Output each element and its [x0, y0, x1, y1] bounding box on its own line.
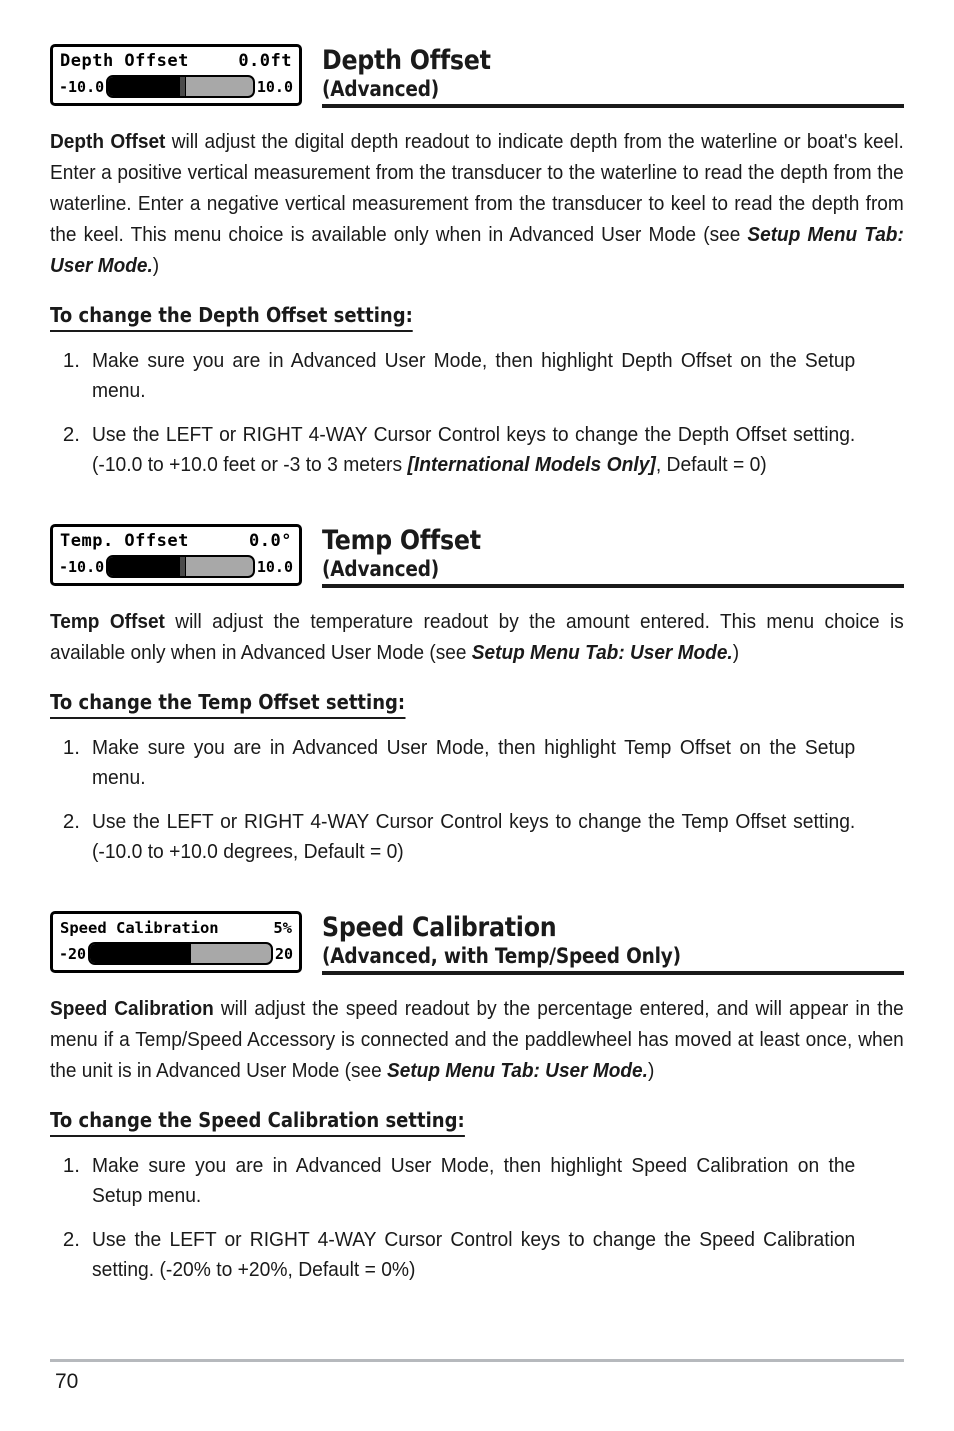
emphasis-bold-italic: [International Models Only]: [407, 453, 656, 476]
step-item: 1. Make sure you are in Advanced User Mod…: [50, 733, 904, 793]
lcd-slider-track[interactable]: [106, 555, 255, 578]
section-header-speed-calibration: Speed Calibration 5% -20 20 Speed Calibratio…: [50, 911, 904, 975]
emphasis-bold: Depth Offset: [50, 130, 166, 153]
step-item: 1. Make sure you are in Advanced User Mod…: [50, 1151, 904, 1211]
lcd-min-label: -20: [59, 944, 87, 963]
section-depth-offset: Depth Offset 0.0ft -10.0 10.0 Depth Offset (A…: [50, 44, 904, 480]
subhead-wrapper: To change the Speed Calibration setting:: [50, 1086, 904, 1137]
lcd-value: 0.0ft: [238, 51, 292, 71]
step-number: 2.: [62, 810, 80, 833]
step-number: 2.: [62, 1228, 80, 1251]
lcd-slider-thumb[interactable]: [178, 557, 186, 576]
lcd-max-label: 20: [274, 944, 293, 963]
section-title: Depth Offset: [322, 45, 491, 76]
section-title: Temp Offset: [322, 525, 481, 556]
lcd-slider-row[interactable]: -10.0 10.0: [58, 553, 294, 578]
lcd-slider-row[interactable]: -10.0 10.0: [58, 73, 294, 98]
step-text: Use the LEFT or RIGHT 4-WAY Cursor Contr…: [92, 810, 856, 863]
steps-list: 1. Make sure you are in Advanced User Mod…: [50, 1151, 904, 1285]
emphasis-bold-italic: Setup Menu Tab: User Mode.: [50, 223, 904, 277]
subhead-wrapper: To change the Depth Offset setting:: [50, 281, 904, 332]
lcd-slider-thumb[interactable]: [178, 77, 186, 96]
section-subtitle: (Advanced, with Temp/Speed Only): [322, 944, 681, 968]
lcd-header-row: Speed Calibration 5%: [58, 917, 294, 940]
lcd-header-row: Temp. Offset 0.0°: [58, 530, 294, 553]
step-number: 1.: [62, 349, 80, 372]
section-paragraph: Depth Offset will adjust the digital dep…: [50, 130, 904, 277]
lcd-slider-fill: [90, 944, 192, 963]
steps-list: 1. Make sure you are in Advanced User Mod…: [50, 733, 904, 867]
lcd-slider-track[interactable]: [88, 942, 273, 965]
section-subhead: To change the Temp Offset setting:: [50, 689, 406, 719]
lcd-slider-fill: [108, 557, 181, 576]
lcd-menu-widget-depth-offset[interactable]: Depth Offset 0.0ft -10.0 10.0: [50, 44, 302, 106]
emphasis-bold: Temp Offset: [50, 610, 165, 633]
lcd-max-label: 10.0: [256, 77, 293, 96]
lcd-min-label: -10.0: [59, 77, 105, 96]
lcd-menu-widget-temp-offset[interactable]: Temp. Offset 0.0° -10.0 10.0: [50, 524, 302, 586]
section-title-block: Speed Calibration (Advanced, with Temp/Sp…: [322, 911, 904, 975]
section-paragraph: Speed Calibration will adjust the speed …: [50, 997, 904, 1082]
lcd-value: 5%: [273, 919, 292, 937]
lcd-slider-fill: [108, 77, 181, 96]
step-number: 1.: [62, 1154, 80, 1177]
footer-divider: [50, 1359, 904, 1362]
section-paragraph: Temp Offset will adjust the temperature …: [50, 610, 904, 664]
document-page: Depth Offset 0.0ft -10.0 10.0 Depth Offset (A…: [0, 0, 954, 1431]
section-header-temp-offset: Temp. Offset 0.0° -10.0 10.0 Temp Offset (Adv…: [50, 524, 904, 588]
section-temp-offset: Temp. Offset 0.0° -10.0 10.0 Temp Offset (Adv…: [50, 524, 904, 867]
section-title: Speed Calibration: [322, 912, 557, 943]
lcd-header-row: Depth Offset 0.0ft: [58, 50, 294, 73]
section-speed-calibration: Speed Calibration 5% -20 20 Speed Calibratio…: [50, 911, 904, 1285]
lcd-max-label: 10.0: [256, 557, 293, 576]
section-subtitle: (Advanced): [322, 77, 440, 101]
step-text: Use the LEFT or RIGHT 4-WAY Cursor Contr…: [92, 1228, 856, 1281]
step-item: 2. Use the LEFT or RIGHT 4-WAY Cursor Con…: [50, 420, 904, 480]
lcd-slider-row[interactable]: -20 20: [58, 940, 294, 965]
lcd-label: Speed Calibration: [60, 919, 219, 937]
section-subtitle: (Advanced): [322, 557, 440, 581]
lcd-slider-track[interactable]: [106, 75, 255, 98]
steps-list: 1. Make sure you are in Advanced User Mod…: [50, 346, 904, 480]
page-content: Depth Offset 0.0ft -10.0 10.0 Depth Offset (A…: [50, 44, 904, 1285]
step-item: 2. Use the LEFT or RIGHT 4-WAY Cursor Con…: [50, 1225, 904, 1285]
section-subhead: To change the Depth Offset setting:: [50, 302, 413, 332]
emphasis-bold-italic: Setup Menu Tab: User Mode.: [471, 641, 733, 664]
lcd-value: 0.0°: [249, 531, 292, 551]
step-text: Make sure you are in Advanced User Mode,…: [92, 736, 856, 789]
section-title-block: Temp Offset (Advanced): [322, 524, 904, 588]
lcd-menu-widget-speed-calibration[interactable]: Speed Calibration 5% -20 20: [50, 911, 302, 973]
page-number: 70: [55, 1370, 79, 1393]
step-text: Make sure you are in Advanced User Mode,…: [92, 349, 856, 402]
emphasis-bold: Speed Calibration: [50, 997, 214, 1020]
subhead-wrapper: To change the Temp Offset setting:: [50, 668, 904, 719]
lcd-min-label: -10.0: [59, 557, 105, 576]
lcd-label: Depth Offset: [60, 51, 189, 71]
step-number: 2.: [62, 423, 80, 446]
section-header-depth-offset: Depth Offset 0.0ft -10.0 10.0 Depth Offset (A…: [50, 44, 904, 108]
step-item: 2. Use the LEFT or RIGHT 4-WAY Cursor Con…: [50, 807, 904, 867]
section-subhead: To change the Speed Calibration setting:: [50, 1107, 465, 1137]
emphasis-bold-italic: Setup Menu Tab: User Mode.: [387, 1059, 648, 1082]
step-number: 1.: [62, 736, 80, 759]
step-item: 1. Make sure you are in Advanced User Mod…: [50, 346, 904, 406]
step-text: Make sure you are in Advanced User Mode,…: [92, 1154, 856, 1207]
step-text: Use the LEFT or RIGHT 4-WAY Cursor Contr…: [92, 423, 856, 476]
lcd-label: Temp. Offset: [60, 531, 189, 551]
section-title-block: Depth Offset (Advanced): [322, 44, 904, 108]
